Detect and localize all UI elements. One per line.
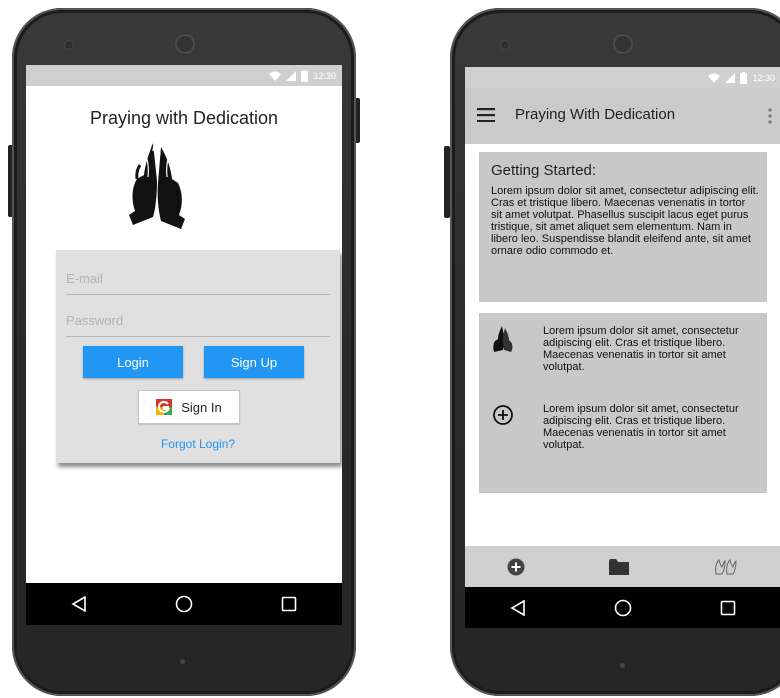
android-nav-bar	[26, 583, 342, 625]
praying-hands-icon	[129, 143, 185, 229]
getting-started-body: Lorem ipsum dolor sit amet, consectetur …	[491, 185, 759, 257]
right-phone-camera	[500, 40, 510, 50]
toolbar-title: Praying With Dedication	[515, 106, 676, 123]
google-signin-label: Sign In	[181, 399, 222, 415]
left-phone-frame: 12:30 Praying with Dedication Login Sign…	[12, 8, 356, 696]
recents-icon[interactable]	[278, 593, 300, 615]
right-phone-speaker	[613, 34, 633, 54]
bottom-nav-bar	[465, 546, 780, 587]
status-icons: 12:30	[269, 69, 336, 82]
features-card: Lorem ipsum dolor sit amet, consectetur …	[479, 313, 767, 493]
android-nav-bar	[465, 587, 780, 628]
feature-text: Lorem ipsum dolor sit amet, consectetur …	[543, 325, 739, 373]
google-icon	[156, 399, 173, 415]
recents-icon[interactable]	[717, 597, 739, 619]
signal-icon	[725, 72, 736, 83]
right-phone-frame: 12:30 Praying With Dedication Getting St…	[450, 8, 780, 696]
right-phone-bottom-dot	[620, 663, 625, 668]
email-field-wrapper	[66, 262, 330, 295]
app-title: Praying with Dedication	[89, 108, 279, 128]
status-icons: 12:30	[708, 71, 775, 84]
battery-icon	[740, 71, 748, 84]
forgot-login-link[interactable]: Forgot Login?	[56, 437, 340, 451]
wifi-icon	[269, 71, 282, 81]
home-icon[interactable]	[612, 597, 634, 619]
getting-started-title: Getting Started:	[491, 162, 597, 179]
google-signin-button[interactable]: Sign In	[138, 390, 240, 424]
feature-item: Lorem ipsum dolor sit amet, consectetur …	[491, 403, 761, 463]
signup-button[interactable]: Sign Up	[204, 346, 304, 378]
wifi-icon	[708, 73, 721, 83]
feature-item: Lorem ipsum dolor sit amet, consectetur …	[491, 325, 761, 385]
status-time: 12:30	[752, 72, 775, 83]
add-circle-icon	[493, 405, 513, 425]
hands-outline-icon[interactable]	[713, 558, 739, 576]
praying-hands-icon	[493, 326, 513, 352]
feature-text: Lorem ipsum dolor sit amet, consectetur …	[543, 403, 739, 451]
password-field-wrapper	[66, 304, 330, 337]
login-card: Login Sign Up Sign In Forgot Login?	[56, 250, 340, 463]
left-phone-speaker	[175, 34, 195, 54]
status-bar: 12:30	[26, 65, 342, 86]
status-bar: 12:30	[465, 67, 780, 88]
overflow-menu-icon[interactable]	[767, 107, 773, 125]
getting-started-card: Getting Started: Lorem ipsum dolor sit a…	[479, 152, 767, 302]
signal-icon	[286, 70, 297, 81]
app-toolbar: Praying With Dedication	[465, 88, 780, 144]
login-button-label: Login	[117, 354, 149, 370]
password-field[interactable]	[66, 304, 330, 336]
signup-button-label: Sign Up	[230, 354, 278, 370]
left-phone-screen: 12:30 Praying with Dedication Login Sign…	[26, 65, 342, 625]
battery-icon	[301, 69, 309, 82]
home-icon[interactable]	[173, 593, 195, 615]
folder-icon[interactable]	[609, 558, 629, 575]
back-icon[interactable]	[507, 597, 529, 619]
add-circle-filled-icon[interactable]	[507, 558, 525, 576]
email-field[interactable]	[66, 262, 330, 294]
login-button[interactable]: Login	[83, 346, 183, 378]
left-phone-camera	[64, 40, 74, 50]
back-icon[interactable]	[68, 593, 90, 615]
menu-icon[interactable]	[477, 108, 495, 122]
left-phone-bottom-dot	[180, 659, 185, 664]
status-time: 12:30	[313, 70, 336, 81]
right-phone-screen: 12:30 Praying With Dedication Getting St…	[465, 67, 780, 628]
